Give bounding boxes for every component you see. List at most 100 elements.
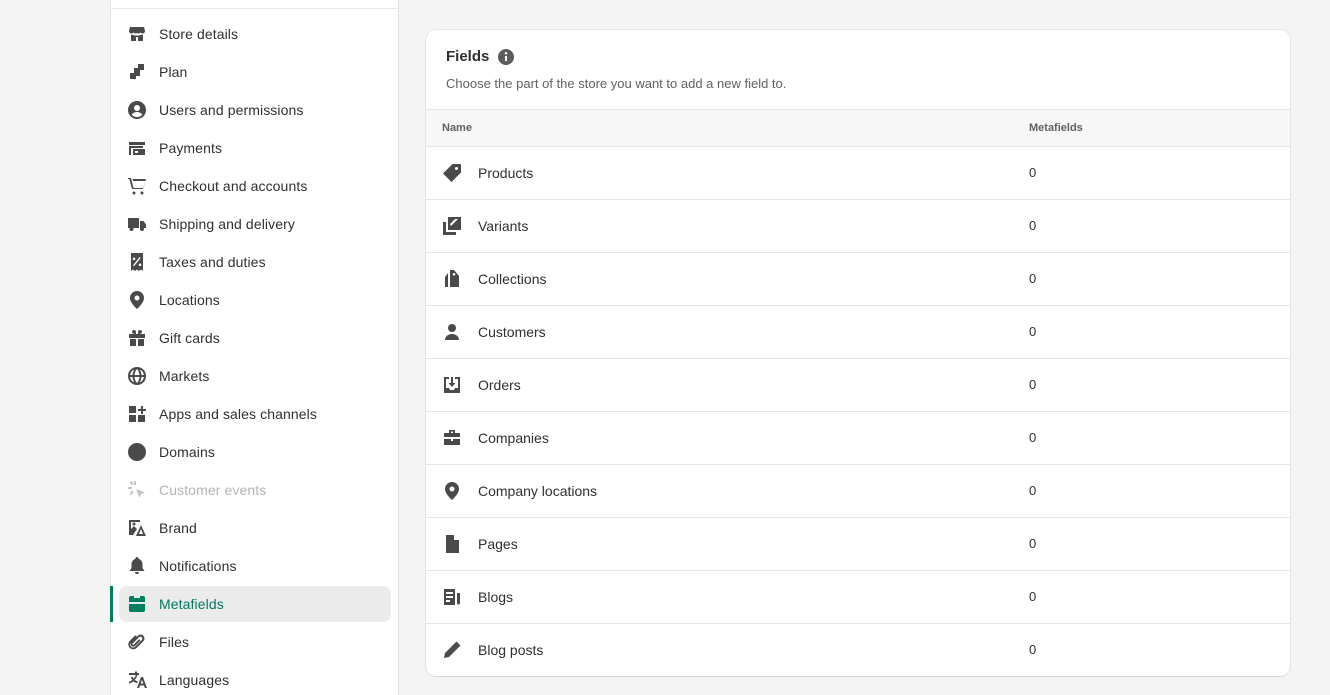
brand-image-icon — [127, 518, 147, 538]
sidebar-item-domains[interactable]: Domains — [119, 434, 391, 470]
sidebar-item-label: Notifications — [159, 558, 237, 574]
fields-card: Fields Choose the part of the store you … — [426, 30, 1290, 676]
table-row-orders[interactable]: Orders 0 — [426, 359, 1290, 412]
sidebar-item-label: Files — [159, 634, 190, 650]
row-name: Variants — [478, 218, 529, 234]
bell-icon — [127, 556, 147, 576]
collections-icon — [442, 269, 462, 289]
sidebar-item-taxes-and-duties[interactable]: Taxes and duties — [119, 244, 391, 280]
table-row-customers[interactable]: Customers 0 — [426, 306, 1290, 359]
sidebar-item-payments[interactable]: Payments — [119, 130, 391, 166]
sidebar-item-label: Plan — [159, 64, 188, 80]
row-metafield-count: 0 — [1029, 642, 1037, 657]
sidebar-item-label: Users and permissions — [159, 102, 304, 118]
sidebar-item-metafields[interactable]: Metafields — [119, 586, 391, 622]
row-metafield-count: 0 — [1029, 165, 1037, 180]
row-metafield-count: 0 — [1029, 377, 1037, 392]
row-name: Orders — [478, 377, 521, 393]
table-row-companies[interactable]: Companies 0 — [426, 412, 1290, 465]
sidebar-item-shipping-and-delivery[interactable]: Shipping and delivery — [119, 206, 391, 242]
page-icon — [442, 534, 462, 554]
pencil-icon — [442, 640, 462, 660]
row-metafield-count: 0 — [1029, 324, 1037, 339]
sidebar-item-gift-cards[interactable]: Gift cards — [119, 320, 391, 356]
sidebar-item-label: Payments — [159, 140, 223, 156]
sidebar-item-label: Taxes and duties — [159, 254, 266, 270]
row-name: Blog posts — [478, 642, 544, 658]
row-metafield-count: 0 — [1029, 430, 1037, 445]
sidebar-item-markets[interactable]: Markets — [119, 358, 391, 394]
sidebar-item-label: Markets — [159, 368, 210, 384]
translate-icon — [127, 670, 147, 690]
sidebar-item-label: Domains — [159, 444, 215, 460]
settings-sidebar: Store details Plan Users and permissions… — [110, 0, 399, 695]
paperclip-icon — [127, 632, 147, 652]
briefcase-icon — [442, 428, 462, 448]
card-subtitle: Choose the part of the store you want to… — [446, 76, 787, 91]
column-header-name: Name — [442, 122, 472, 134]
metafields-icon — [127, 594, 147, 614]
table-row-pages[interactable]: Pages 0 — [426, 518, 1290, 571]
tag-icon — [442, 163, 462, 183]
row-name: Products — [478, 165, 534, 181]
sidebar-item-label: Metafields — [159, 596, 224, 612]
table-row-variants[interactable]: Variants 0 — [426, 200, 1290, 253]
sidebar-item-users-and-permissions[interactable]: Users and permissions — [119, 92, 391, 128]
globe-market-icon — [127, 366, 147, 386]
row-metafield-count: 0 — [1029, 589, 1037, 604]
table-header: Name Metafields — [426, 109, 1290, 147]
row-metafield-count: 0 — [1029, 218, 1037, 233]
gift-icon — [127, 328, 147, 348]
sidebar-item-files[interactable]: Files — [119, 624, 391, 660]
sidebar-item-store-details[interactable]: Store details — [119, 16, 391, 52]
row-metafield-count: 0 — [1029, 536, 1037, 551]
row-name: Customers — [478, 324, 546, 340]
sidebar-item-languages[interactable]: Languages — [119, 662, 391, 695]
card-header: Fields — [446, 48, 515, 65]
sidebar-item-label: Shipping and delivery — [159, 216, 295, 232]
sidebar-item-label: Brand — [159, 520, 197, 536]
apps-icon — [127, 404, 147, 424]
sidebar-item-customer-events[interactable]: Customer events — [119, 472, 391, 508]
truck-icon — [127, 214, 147, 234]
user-circle-icon — [127, 100, 147, 120]
row-name: Company locations — [478, 483, 598, 499]
row-metafield-count: 0 — [1029, 271, 1037, 286]
plan-icon — [127, 62, 147, 82]
receipt-percent-icon — [127, 252, 147, 272]
page-title: Fields — [446, 48, 490, 65]
table-row-blogs[interactable]: Blogs 0 — [426, 571, 1290, 624]
row-name: Companies — [478, 430, 549, 446]
sidebar-item-locations[interactable]: Locations — [119, 282, 391, 318]
blog-icon — [442, 587, 462, 607]
person-icon — [442, 322, 462, 342]
sidebar-item-label: Languages — [159, 672, 230, 688]
sidebar-item-label: Locations — [159, 292, 220, 308]
location-pin-icon — [442, 481, 462, 501]
sidebar-item-label: Customer events — [159, 482, 267, 498]
sidebar-item-label: Gift cards — [159, 330, 220, 346]
row-name: Collections — [478, 271, 547, 287]
payments-icon — [127, 138, 147, 158]
cart-icon — [127, 176, 147, 196]
table-row-collections[interactable]: Collections 0 — [426, 253, 1290, 306]
globe-icon — [127, 442, 147, 462]
cursor-sparkle-icon — [127, 480, 147, 500]
sidebar-item-apps-and-sales-channels[interactable]: Apps and sales channels — [119, 396, 391, 432]
sidebar-item-notifications[interactable]: Notifications — [119, 548, 391, 584]
store-icon — [127, 24, 147, 44]
table-row-company-locations[interactable]: Company locations 0 — [426, 465, 1290, 518]
sidebar-item-checkout-and-accounts[interactable]: Checkout and accounts — [119, 168, 391, 204]
row-name: Blogs — [478, 589, 514, 605]
row-name: Pages — [478, 536, 518, 552]
table-row-products[interactable]: Products 0 — [426, 147, 1290, 200]
table-row-blog-posts[interactable]: Blog posts 0 — [426, 624, 1290, 676]
variants-icon — [442, 216, 462, 236]
sidebar-item-plan[interactable]: Plan — [119, 54, 391, 90]
sidebar-item-label: Checkout and accounts — [159, 178, 308, 194]
sidebar-item-brand[interactable]: Brand — [119, 510, 391, 546]
info-icon[interactable] — [498, 48, 515, 65]
sidebar-item-label: Store details — [159, 26, 239, 42]
inbox-download-icon — [442, 375, 462, 395]
location-pin-icon — [127, 290, 147, 310]
